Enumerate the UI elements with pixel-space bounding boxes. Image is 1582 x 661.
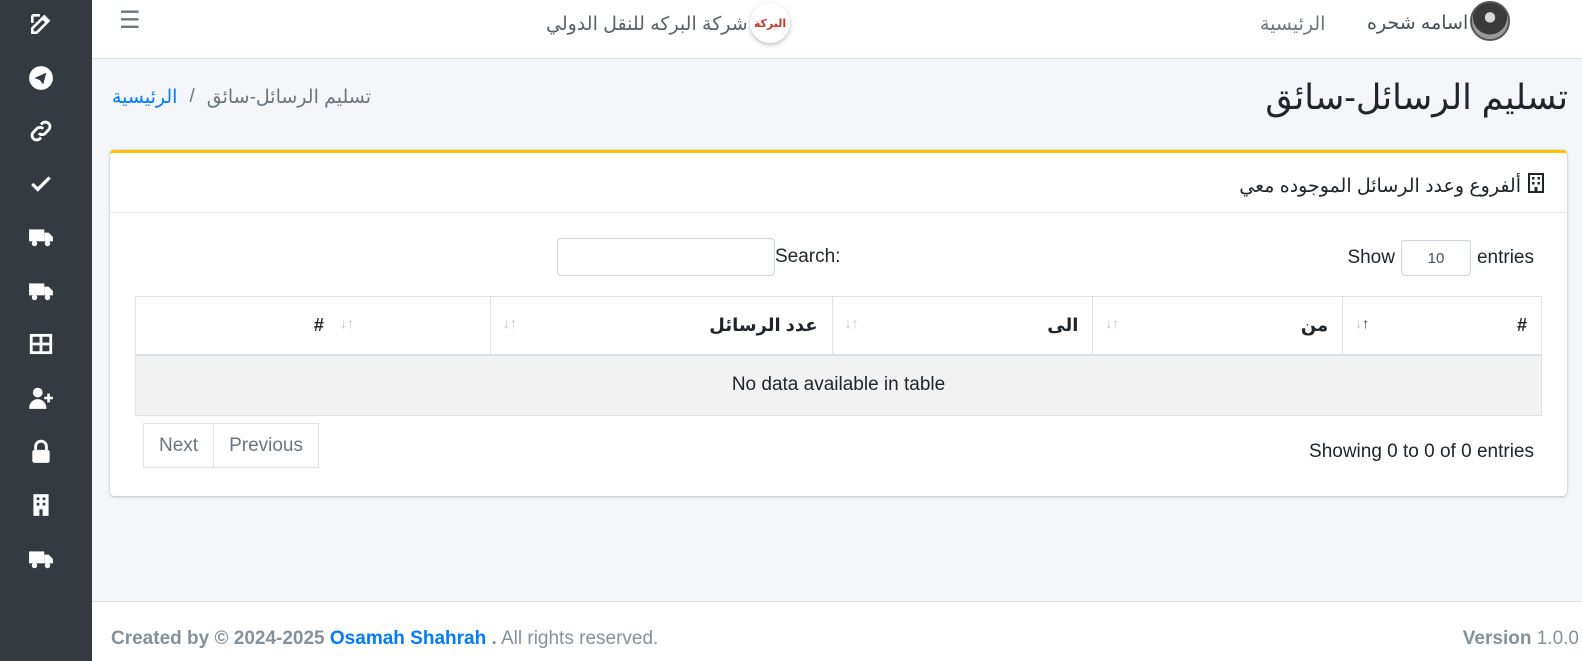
branches-table: # ↑↓ من ↑↓ الى ↑↓ عدد الرسائل ↑↓ # ↑↓ No… <box>135 296 1542 416</box>
sort-icon: ↑↓ <box>339 315 354 331</box>
page-title: تسليم الرسائل-سائق <box>1265 78 1568 117</box>
footer-version-value: 1.0.0 <box>1536 628 1579 649</box>
card-title: ألفروع وعدد الرسائل الموجوده معي <box>1239 173 1545 199</box>
column-header-label: الى <box>1047 314 1079 335</box>
building-icon[interactable] <box>26 490 56 520</box>
top-navbar: ☰ شركة البركه للنقل الدولي البركة الرئيس… <box>92 0 1582 59</box>
menu-toggle-icon[interactable]: ☰ <box>119 6 141 35</box>
previous-page-button[interactable]: Previous <box>214 423 319 468</box>
truck-icon[interactable] <box>26 544 56 574</box>
footer-rights: All rights reserved. <box>500 628 659 649</box>
logo-text: البركة <box>753 17 787 30</box>
truck-icon[interactable] <box>26 222 56 252</box>
edit-icon[interactable] <box>26 9 56 39</box>
breadcrumb-current: تسليم الرسائل-سائق <box>206 87 372 108</box>
link-icon[interactable] <box>26 116 56 146</box>
footer-author-link[interactable]: Osamah Shahrah <box>330 628 486 649</box>
breadcrumb: الرئيسية / تسليم الرسائل-سائق <box>112 86 371 109</box>
branches-card: ألفروع وعدد الرسائل الموجوده معي Show 10… <box>110 150 1567 496</box>
column-header-label: # <box>1516 314 1527 335</box>
table-icon[interactable] <box>26 329 56 359</box>
column-header-index[interactable]: # ↑↓ <box>1342 296 1542 356</box>
telegram-icon[interactable] <box>26 63 56 93</box>
column-header-from[interactable]: من ↑↓ <box>1092 296 1344 356</box>
table-info: Showing 0 to 0 of 0 entries <box>1309 441 1534 462</box>
table-header-row: # ↑↓ من ↑↓ الى ↑↓ عدد الرسائل ↑↓ # ↑↓ <box>135 296 1542 356</box>
breadcrumb-separator: / <box>189 86 195 107</box>
search-label: Search: <box>775 246 841 267</box>
column-header-label: من <box>1300 314 1329 335</box>
building-icon <box>1527 173 1545 199</box>
user-name[interactable]: اسامه شحره <box>1367 12 1468 35</box>
lock-icon[interactable] <box>26 437 56 467</box>
length-show-label: Show <box>1347 247 1395 268</box>
length-entries-label: entries <box>1476 247 1534 268</box>
footer-dot: . <box>491 628 497 649</box>
sort-icon: ↑↓ <box>844 315 859 331</box>
sort-icon: ↑↓ <box>502 315 517 331</box>
column-header-to[interactable]: الى ↑↓ <box>831 296 1094 356</box>
column-header-label: عدد الرسائل <box>709 314 818 335</box>
search-input[interactable] <box>557 238 775 276</box>
card-title-text: ألفروع وعدد الرسائل الموجوده معي <box>1239 175 1521 197</box>
footer: Created by © 2024-2025 Osamah Shahrah . … <box>92 601 1582 661</box>
entries-length-select[interactable]: 10 <box>1400 240 1471 276</box>
column-header-message-count[interactable]: عدد الرسائل ↑↓ <box>489 296 833 356</box>
check-icon[interactable] <box>26 169 56 199</box>
brand-logo[interactable]: البركة <box>750 3 790 43</box>
user-plus-icon[interactable] <box>26 383 56 413</box>
footer-version-label: Version <box>1462 628 1532 649</box>
footer-created-by: Created by © 2024-2025 <box>111 628 325 649</box>
search-control: Search: <box>557 238 840 276</box>
sort-icon: ↑↓ <box>1105 315 1120 331</box>
card-header: ألفروع وعدد الرسائل الموجوده معي <box>110 153 1567 213</box>
nav-home-link[interactable]: الرئيسية <box>1260 13 1325 36</box>
next-page-button[interactable]: Next <box>143 423 215 468</box>
breadcrumb-home-link[interactable]: الرئيسية <box>112 86 177 109</box>
brand-name[interactable]: شركة البركه للنقل الدولي <box>546 13 748 36</box>
column-header-label: # <box>313 314 324 335</box>
sort-asc-icon: ↑↓ <box>1355 315 1370 331</box>
table-row: No data available in table <box>135 354 1542 416</box>
empty-table-message: No data available in table <box>135 354 1542 416</box>
entries-length-control: Show 10 entries <box>1347 240 1534 276</box>
sidebar <box>0 0 92 661</box>
avatar[interactable] <box>1470 1 1510 41</box>
pagination: Next Previous <box>143 423 319 468</box>
column-header-action[interactable]: # ↑↓ <box>135 296 491 356</box>
footer-version: Version 1.0.0 <box>1463 628 1579 650</box>
footer-copyright: Created by © 2024-2025 Osamah Shahrah . … <box>111 628 658 650</box>
truck-icon[interactable] <box>26 276 56 306</box>
